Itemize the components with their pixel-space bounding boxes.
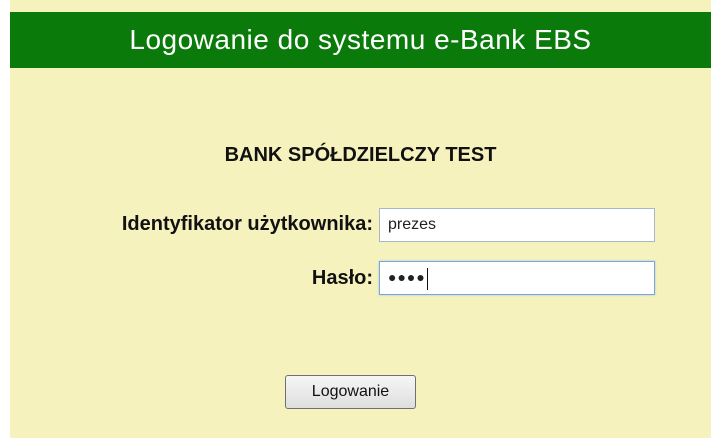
- password-value: ●●●●: [388, 269, 426, 285]
- top-strip: [10, 0, 711, 12]
- password-input[interactable]: ●●●●: [379, 261, 655, 295]
- login-button[interactable]: Logowanie: [285, 375, 416, 409]
- user-id-label: Identyfikator użytkownika:: [121, 213, 373, 235]
- user-id-value: prezes: [388, 216, 437, 233]
- bank-name: BANK SPÓŁDZIELCZY TEST: [224, 144, 497, 166]
- page-title: Logowanie do systemu e-Bank EBS: [129, 24, 592, 55]
- password-label: Hasło:: [311, 267, 373, 289]
- user-id-input[interactable]: prezes: [379, 208, 655, 242]
- login-panel: BANK SPÓŁDZIELCZY TEST Identyfikator uży…: [10, 68, 711, 438]
- page-header: Logowanie do systemu e-Bank EBS: [10, 12, 711, 68]
- text-caret: [426, 267, 428, 290]
